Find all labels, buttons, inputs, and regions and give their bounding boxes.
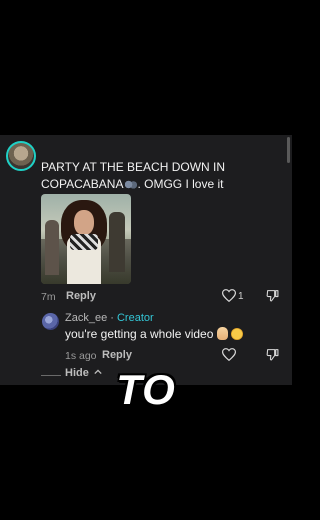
comment-timestamp: 7m bbox=[41, 291, 56, 303]
comment-photo[interactable] bbox=[41, 194, 131, 284]
reply-username[interactable]: Zack_ee bbox=[65, 312, 107, 324]
reply-timestamp: 1s ago bbox=[65, 350, 97, 362]
username-separator: · bbox=[107, 312, 117, 324]
comments-panel: PARTY AT THE BEACH DOWN IN COPACABANA. O… bbox=[0, 135, 292, 385]
creator-avatar[interactable] bbox=[42, 313, 59, 330]
dislike-icon[interactable] bbox=[266, 289, 279, 307]
reply-author[interactable]: Zack_ee · Creator bbox=[65, 312, 154, 324]
heart-icon[interactable] bbox=[221, 289, 237, 307]
scrollbar[interactable] bbox=[287, 137, 290, 163]
reply-text: you're getting a whole video bbox=[65, 327, 214, 341]
emoji-icon bbox=[124, 180, 138, 189]
comment-text-tail: . OMGG I love it bbox=[137, 177, 224, 191]
dislike-icon[interactable] bbox=[266, 348, 279, 366]
video-caption: TO bbox=[116, 366, 176, 413]
comment-body: PARTY AT THE BEACH DOWN IN COPACABANA. O… bbox=[41, 159, 281, 193]
creator-badge: Creator bbox=[116, 312, 154, 324]
reply-body: you're getting a whole video bbox=[65, 327, 244, 341]
heart-icon[interactable] bbox=[221, 348, 237, 366]
victory-hand-icon bbox=[217, 327, 229, 340]
commenter-avatar[interactable] bbox=[6, 141, 36, 171]
comment-reply-button[interactable]: Reply bbox=[66, 290, 96, 302]
face-emoji-icon bbox=[231, 328, 244, 340]
like-count: 1 bbox=[238, 291, 244, 302]
reply-reply-button[interactable]: Reply bbox=[102, 349, 132, 361]
